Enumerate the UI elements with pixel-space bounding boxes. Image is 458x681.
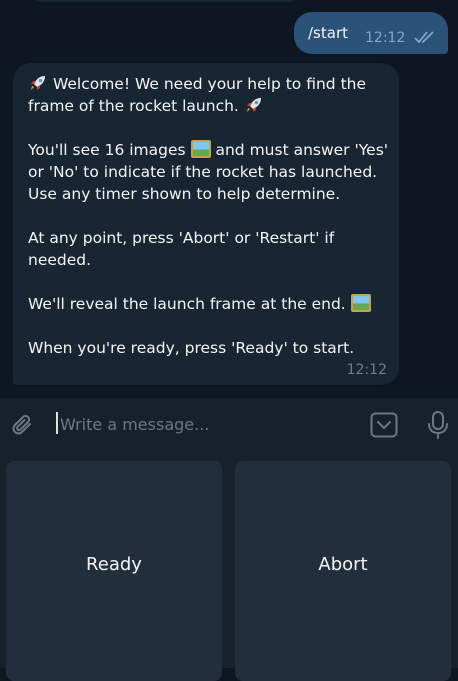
rocket-icon <box>246 98 261 112</box>
chat-area: /start 12:12 Welcome! We need your help … <box>0 0 458 398</box>
picture-icon <box>190 140 211 158</box>
rocket-icon <box>31 76 45 90</box>
keyboard-toggle-icon[interactable] <box>370 412 398 438</box>
welcome-text: Welcome! We need your help to find the f… <box>28 75 367 115</box>
outgoing-message: /start 12:12 <box>294 12 448 54</box>
incoming-message: Welcome! We need your help to find the f… <box>13 63 399 385</box>
instructions-text-a: You'll see 16 images <box>28 141 186 159</box>
picture-icon <box>350 294 371 312</box>
ready-prompt-text: When you're ready, press 'Ready' to star… <box>28 339 355 357</box>
outgoing-message-time: 12:12 <box>365 30 406 46</box>
message-input[interactable] <box>60 412 350 436</box>
text-cursor <box>56 412 58 434</box>
abort-restart-text: At any point, press 'Abort' or 'Restart'… <box>28 229 335 269</box>
message-composer <box>0 398 458 454</box>
double-check-icon <box>414 31 434 44</box>
microphone-icon[interactable] <box>424 410 452 440</box>
reply-keyboard: Ready Abort <box>0 454 458 681</box>
incoming-message-time: 12:12 <box>346 362 387 378</box>
abort-button[interactable]: Abort <box>235 461 451 681</box>
paperclip-icon[interactable] <box>10 413 36 439</box>
incoming-message-text: Welcome! We need your help to find the f… <box>28 73 390 359</box>
ready-button[interactable]: Ready <box>6 461 222 681</box>
previous-message-bubble <box>30 0 300 2</box>
outgoing-message-text: /start <box>308 24 348 42</box>
reveal-text: We'll reveal the launch frame at the end… <box>28 295 346 313</box>
